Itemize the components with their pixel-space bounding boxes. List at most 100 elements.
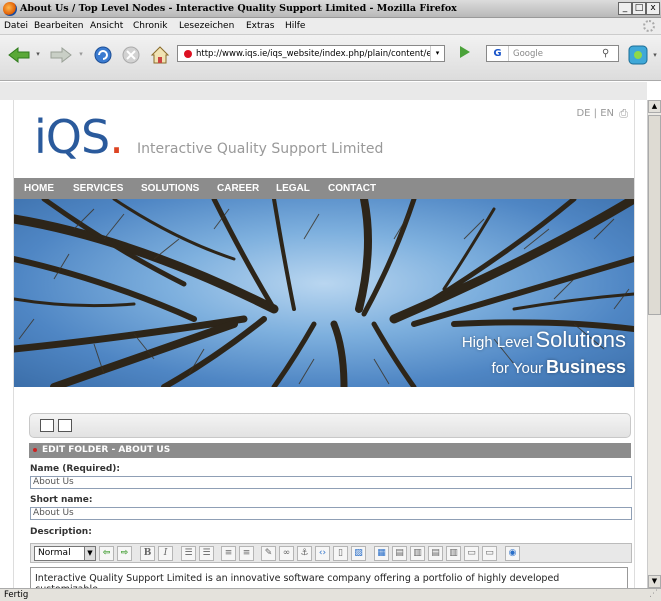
- menu-datei[interactable]: Datei: [4, 21, 28, 31]
- image-icon[interactable]: ▨: [351, 546, 366, 561]
- logo-text: iQS: [34, 110, 110, 164]
- format-select[interactable]: Normal ▼: [34, 546, 96, 561]
- url-text: http://www.iqs.ie/iqs_website/index.php/…: [196, 48, 430, 59]
- table-delete-icon[interactable]: ▭: [482, 546, 497, 561]
- hero-text-business: Business: [545, 357, 626, 377]
- scroll-up-icon[interactable]: ▲: [648, 100, 661, 113]
- hero-text-solutions: Solutions: [535, 327, 626, 352]
- home-button[interactable]: [149, 44, 171, 66]
- print-icon[interactable]: ⎙: [619, 107, 628, 121]
- firefox-icon: [3, 2, 17, 16]
- anchor-icon[interactable]: ⚓: [297, 546, 312, 561]
- vertical-scrollbar[interactable]: ▲ ▼: [647, 100, 661, 588]
- format-select-value: Normal: [38, 548, 71, 558]
- eraser-icon[interactable]: ✎: [261, 546, 276, 561]
- menu-chronik[interactable]: Chronik: [133, 21, 167, 31]
- url-dropdown-icon[interactable]: ▾: [430, 46, 444, 61]
- nav-contact[interactable]: CONTACT: [328, 183, 376, 194]
- short-name-input[interactable]: About Us: [30, 507, 632, 520]
- extension-icon: [628, 45, 648, 65]
- table-split-icon[interactable]: ▥: [446, 546, 461, 561]
- table-merge-icon[interactable]: ▤: [428, 546, 443, 561]
- edit-folder-header: EDIT FOLDER - ABOUT US: [29, 443, 631, 458]
- description-label: Description:: [30, 527, 92, 537]
- forward-dropdown-icon[interactable]: ▾: [77, 49, 85, 59]
- stop-button[interactable]: [120, 44, 142, 66]
- back-arrow-icon: [8, 46, 30, 64]
- forward-button[interactable]: [48, 45, 74, 65]
- site-favicon: [184, 49, 192, 58]
- search-engine-icon[interactable]: G: [487, 46, 509, 61]
- website-page: iQS. Interactive Quality Support Limited…: [13, 100, 635, 588]
- decrease-indent-icon[interactable]: ≡: [221, 546, 236, 561]
- name-input[interactable]: About Us: [30, 476, 632, 489]
- status-text: Fertig: [4, 590, 29, 600]
- short-name-label: Short name:: [30, 495, 93, 505]
- page-viewport: iQS. Interactive Quality Support Limited…: [0, 82, 647, 588]
- page-top-band: [0, 82, 647, 100]
- editor-toolstrip: [29, 413, 631, 438]
- link-icon[interactable]: ∞: [279, 546, 294, 561]
- menu-ansicht[interactable]: Ansicht: [90, 21, 123, 31]
- window-title: About Us / Top Level Nodes - Interactive…: [20, 3, 457, 14]
- search-icon[interactable]: ⚲: [602, 48, 618, 59]
- logo-dot: .: [109, 110, 124, 164]
- bullet-icon: [33, 447, 37, 452]
- nav-services[interactable]: SERVICES: [73, 183, 123, 194]
- nav-career[interactable]: CAREER: [217, 183, 259, 194]
- nav-legal[interactable]: LEGAL: [276, 183, 310, 194]
- ordered-list-icon[interactable]: ☰: [181, 546, 196, 561]
- maximize-button[interactable]: □: [632, 2, 646, 15]
- menu-extras[interactable]: Extras: [246, 21, 274, 31]
- hero-headline-line1: High Level Solutions: [462, 327, 626, 353]
- publish-icon[interactable]: [40, 419, 54, 432]
- navigation-toolbar: ▾ ▾ http://www.iqs.ie/iqs_website/index.…: [0, 35, 661, 81]
- hero-headline-line2: for Your Business: [491, 357, 626, 378]
- code-icon[interactable]: ‹›: [315, 546, 330, 561]
- close-button[interactable]: x: [646, 2, 660, 15]
- italic-icon[interactable]: I: [158, 546, 173, 561]
- nav-solutions[interactable]: SOLUTIONS: [141, 183, 199, 194]
- menu-bar: Datei Bearbeiten Ansicht Chronik Lesezei…: [0, 18, 661, 35]
- nav-home[interactable]: HOME: [24, 183, 54, 194]
- indent-arrow-icon[interactable]: ⇨: [117, 546, 132, 561]
- preview-icon[interactable]: [58, 419, 72, 432]
- table-row-icon[interactable]: ▤: [392, 546, 407, 561]
- description-editor[interactable]: Interactive Quality Support Limited is a…: [30, 567, 628, 588]
- url-bar[interactable]: http://www.iqs.ie/iqs_website/index.php/…: [177, 45, 445, 62]
- throbber-icon: [643, 20, 655, 32]
- extension-dropdown-icon[interactable]: ▾: [651, 50, 659, 60]
- extension-button[interactable]: [626, 43, 650, 67]
- table-icon[interactable]: ▦: [374, 546, 389, 561]
- stop-icon: [122, 46, 140, 64]
- minimize-button[interactable]: _: [618, 2, 632, 15]
- table-column-icon[interactable]: ▥: [410, 546, 425, 561]
- language-switcher[interactable]: DE | EN: [576, 108, 614, 119]
- back-dropdown-icon[interactable]: ▾: [34, 49, 42, 59]
- iqs-logo[interactable]: iQS.: [34, 110, 124, 164]
- menu-hilfe[interactable]: Hilfe: [285, 21, 305, 31]
- menu-lesezeichen[interactable]: Lesezeichen: [179, 21, 234, 31]
- name-label: Name (Required):: [30, 464, 120, 474]
- table-cell-icon[interactable]: ▭: [464, 546, 479, 561]
- search-placeholder: Google: [513, 48, 543, 59]
- go-arrow-icon[interactable]: [460, 46, 470, 58]
- window-titlebar: About Us / Top Level Nodes - Interactive…: [0, 0, 661, 18]
- back-button[interactable]: [6, 45, 32, 65]
- bold-icon[interactable]: B: [140, 546, 155, 561]
- hero-text-high-level: High Level: [461, 334, 533, 351]
- edit-folder-title: EDIT FOLDER - ABOUT US: [42, 445, 171, 455]
- chevron-down-icon: ▼: [84, 547, 95, 560]
- scrollbar-thumb[interactable]: [648, 115, 661, 315]
- resize-grip-icon[interactable]: ⋰: [649, 589, 658, 599]
- menu-bearbeiten[interactable]: Bearbeiten: [34, 21, 83, 31]
- outdent-arrow-icon[interactable]: ⇦: [99, 546, 114, 561]
- help-icon[interactable]: ◉: [505, 546, 520, 561]
- scroll-down-icon[interactable]: ▼: [648, 575, 661, 588]
- increase-indent-icon[interactable]: ≡: [239, 546, 254, 561]
- unordered-list-icon[interactable]: ☰: [199, 546, 214, 561]
- page-icon[interactable]: ▯: [333, 546, 348, 561]
- search-input[interactable]: G Google ⚲: [486, 45, 619, 62]
- company-tagline: Interactive Quality Support Limited: [137, 141, 384, 157]
- reload-button[interactable]: [92, 44, 114, 66]
